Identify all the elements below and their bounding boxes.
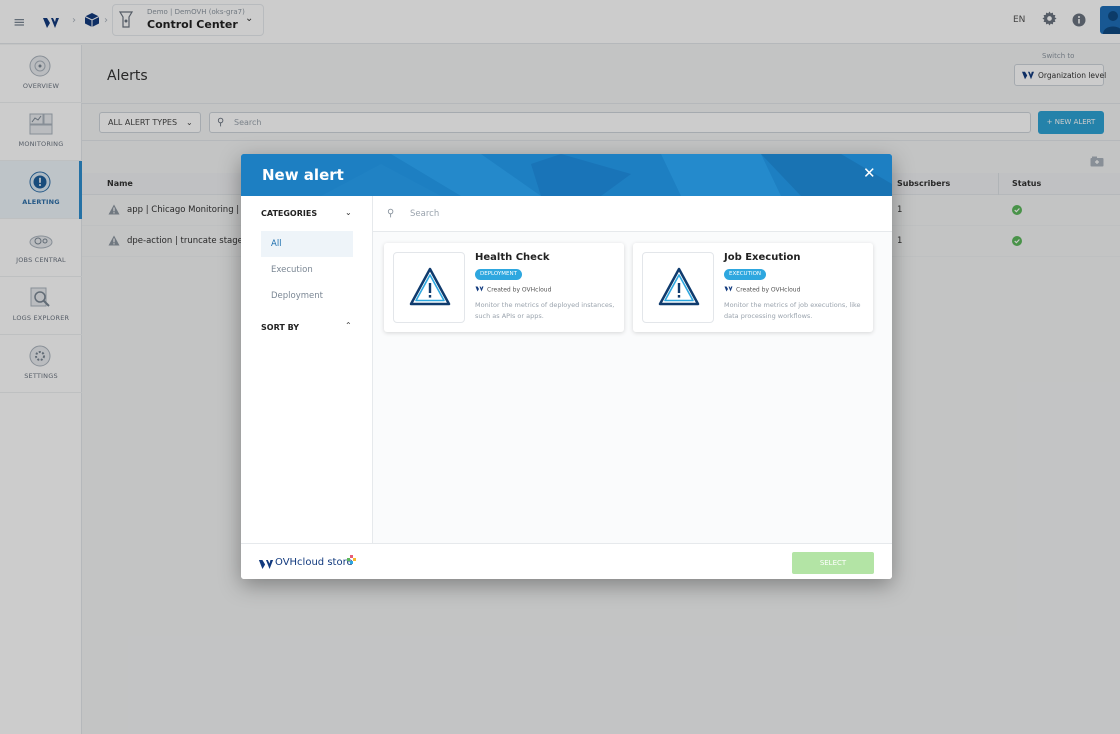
card-title: Health Check — [475, 252, 550, 263]
category-execution[interactable]: Execution — [261, 257, 353, 283]
new-alert-dialog: New alert ✕ CATEGORIES ⌄ All Execution D… — [241, 154, 892, 579]
select-button[interactable]: SELECT — [792, 552, 874, 574]
ovhcloud-logo-icon — [475, 286, 484, 294]
search-icon: ⚲ — [387, 208, 395, 219]
card-title: Job Execution — [724, 252, 801, 263]
ovhcloud-logo-icon — [724, 286, 733, 294]
template-card-job-execution[interactable]: Job Execution EXECUTION Created by OVHcl… — [633, 243, 873, 332]
template-search-input[interactable]: ⚲ Search — [373, 196, 892, 232]
chevron-down-icon[interactable]: ⌄ — [345, 208, 352, 217]
plus-icon — [347, 549, 356, 568]
category-badge: EXECUTION — [724, 269, 767, 280]
search-placeholder: Search — [410, 209, 440, 219]
category-badge: DEPLOYMENT — [475, 269, 522, 280]
category-deployment[interactable]: Deployment — [261, 283, 353, 309]
warning-triangle-icon — [642, 252, 714, 323]
store-label: OVHcloud store — [275, 557, 353, 568]
card-description: Monitor the metrics of deployed instance… — [475, 301, 615, 320]
card-author-label: Created by OVHcloud — [736, 286, 801, 294]
template-list: ⚲ Search Health Check DEPLOYMENT Created… — [373, 196, 892, 543]
warning-triangle-icon — [393, 252, 465, 323]
ovhcloud-logo-icon — [258, 555, 274, 574]
sort-by-heading[interactable]: SORT BY — [261, 323, 299, 332]
chevron-up-icon[interactable]: ⌃ — [345, 321, 352, 330]
modal-title: New alert — [262, 166, 344, 184]
category-label: Deployment — [271, 291, 323, 301]
modal-footer: OVHcloud store SELECT — [241, 543, 892, 579]
template-card-health-check[interactable]: Health Check DEPLOYMENT Created by OVHcl… — [384, 243, 624, 332]
card-description: Monitor the metrics of job executions, l… — [724, 301, 861, 320]
categories-heading[interactable]: CATEGORIES — [261, 209, 317, 218]
card-author-label: Created by OVHcloud — [487, 286, 552, 294]
filter-panel: CATEGORIES ⌄ All Execution Deployment SO… — [241, 196, 373, 543]
category-label: Execution — [271, 265, 313, 275]
modal-header: New alert ✕ — [241, 154, 892, 196]
card-author: Created by OVHcloud — [724, 286, 800, 294]
close-icon[interactable]: ✕ — [863, 164, 876, 182]
category-all[interactable]: All — [261, 231, 353, 257]
category-label: All — [271, 239, 282, 249]
select-label: SELECT — [819, 559, 847, 567]
card-author: Created by OVHcloud — [475, 286, 551, 294]
